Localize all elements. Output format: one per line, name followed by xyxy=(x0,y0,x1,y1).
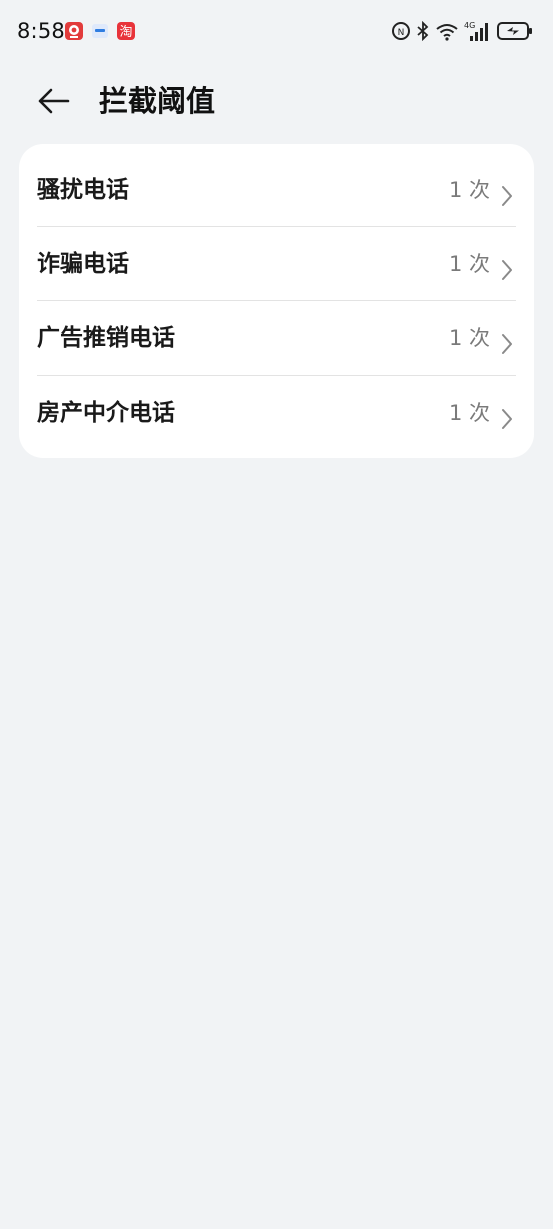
header: 拦截阈值 xyxy=(0,70,553,132)
battery-charging-icon xyxy=(497,20,533,42)
chevron-right-icon xyxy=(502,334,512,354)
list-item-value: 1 次 xyxy=(448,252,490,276)
list-item-fraud-call[interactable]: 诈骗电话 1 次 xyxy=(19,226,534,300)
wifi-icon xyxy=(435,20,459,42)
taobao-icon: 淘 xyxy=(116,21,136,41)
list-item-label: 骚扰电话 xyxy=(37,177,129,203)
nfc-icon: N xyxy=(391,20,411,42)
chevron-right-icon xyxy=(502,260,512,280)
cellular-signal-icon: 4G xyxy=(464,20,492,42)
page-title: 拦截阈值 xyxy=(99,84,216,118)
svg-text:N: N xyxy=(398,28,405,38)
app-notification-icon-2 xyxy=(90,21,110,41)
status-time: 8:58 xyxy=(17,19,65,43)
list-item-label: 房产中介电话 xyxy=(37,400,175,426)
list-item-ad-sales-call[interactable]: 广告推销电话 1 次 xyxy=(19,300,534,374)
app-notification-icon-1 xyxy=(64,21,84,41)
svg-text:4G: 4G xyxy=(464,21,475,30)
status-bar: 8:58 淘 N 4G xyxy=(0,0,553,60)
system-status-icons: N 4G xyxy=(391,18,533,44)
list-item-label: 诈骗电话 xyxy=(37,251,129,277)
svg-text:淘: 淘 xyxy=(119,25,132,40)
list-item-value: 1 次 xyxy=(448,401,490,425)
threshold-list-card: 骚扰电话 1 次 诈骗电话 1 次 广告推销电话 1 次 房产中介电话 1 次 xyxy=(19,144,534,458)
list-item-label: 广告推销电话 xyxy=(37,325,175,351)
list-item-value: 1 次 xyxy=(448,326,490,350)
list-item-real-estate-agent-call[interactable]: 房产中介电话 1 次 xyxy=(19,375,534,449)
arrow-left-icon xyxy=(38,88,70,114)
notification-icons: 淘 xyxy=(64,20,136,42)
list-item-harassment-call[interactable]: 骚扰电话 1 次 xyxy=(19,152,534,226)
back-button[interactable] xyxy=(30,80,78,122)
chevron-right-icon xyxy=(502,409,512,429)
bluetooth-icon xyxy=(416,20,430,42)
list-item-value: 1 次 xyxy=(448,178,490,202)
chevron-right-icon xyxy=(502,186,512,206)
